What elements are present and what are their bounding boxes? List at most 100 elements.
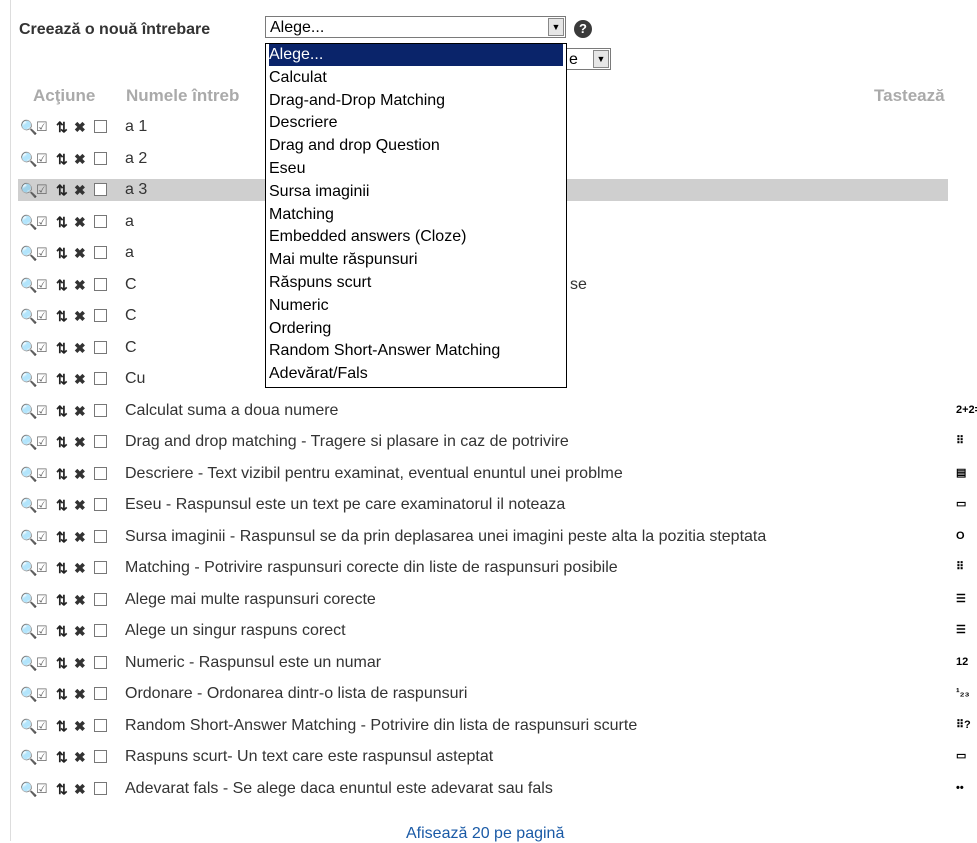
edit-icon[interactable]: ☑ [36,245,48,261]
preview-icon[interactable]: 🔍 [20,655,37,671]
dropdown-option[interactable]: Eseu [269,158,563,180]
preview-icon[interactable]: 🔍 [20,434,37,450]
edit-icon[interactable]: ☑ [36,151,48,167]
preview-icon[interactable]: 🔍 [20,119,37,135]
delete-icon[interactable]: ✖ [74,277,86,293]
dropdown-option[interactable]: Adevărat/Fals [269,363,563,385]
select-checkbox[interactable] [94,624,107,637]
dropdown-option[interactable]: Numeric [269,295,563,317]
question-name[interactable]: Descriere - Text vizibil pentru examinat… [125,465,623,483]
question-name[interactable]: Sursa imaginii - Raspunsul se da prin de… [125,528,766,546]
edit-icon[interactable]: ☑ [36,749,48,765]
move-icon[interactable]: ⇅ [56,655,68,671]
delete-icon[interactable]: ✖ [74,434,86,450]
select-checkbox[interactable] [94,561,107,574]
question-name[interactable]: Drag and drop matching - Tragere si plas… [125,433,569,451]
move-icon[interactable]: ⇅ [56,781,68,797]
select-checkbox[interactable] [94,341,107,354]
preview-icon[interactable]: 🔍 [20,560,37,576]
delete-icon[interactable]: ✖ [74,686,86,702]
select-checkbox[interactable] [94,498,107,511]
select-checkbox[interactable] [94,120,107,133]
move-icon[interactable]: ⇅ [56,592,68,608]
preview-icon[interactable]: 🔍 [20,371,37,387]
edit-icon[interactable]: ☑ [36,592,48,608]
question-name[interactable]: Matching - Potrivire raspunsuri corecte … [125,559,618,577]
column-header-tasteaza[interactable]: Tastează [874,86,945,106]
question-name[interactable]: C [125,307,137,325]
delete-icon[interactable]: ✖ [74,749,86,765]
select-checkbox[interactable] [94,467,107,480]
preview-icon[interactable]: 🔍 [20,308,37,324]
edit-icon[interactable]: ☑ [36,497,48,513]
delete-icon[interactable]: ✖ [74,214,86,230]
dropdown-option[interactable]: Descriere [269,112,563,134]
preview-icon[interactable]: 🔍 [20,749,37,765]
question-name[interactable]: C [125,339,137,357]
move-icon[interactable]: ⇅ [56,151,68,167]
question-type-dropdown[interactable]: Alege... Calculat Drag-and-Drop Matching De… [265,43,567,388]
category-select[interactable]: e ▼ [566,48,611,70]
delete-icon[interactable]: ✖ [74,466,86,482]
preview-icon[interactable]: 🔍 [20,497,37,513]
question-name[interactable]: Cu [125,370,145,388]
edit-icon[interactable]: ☑ [36,686,48,702]
select-checkbox[interactable] [94,593,107,606]
preview-icon[interactable]: 🔍 [20,214,37,230]
move-icon[interactable]: ⇅ [56,214,68,230]
question-name[interactable]: Alege mai multe raspunsuri corecte [125,591,376,609]
delete-icon[interactable]: ✖ [74,182,86,198]
delete-icon[interactable]: ✖ [74,560,86,576]
select-checkbox[interactable] [94,246,107,259]
dropdown-option[interactable]: Embedded answers (Cloze) [269,226,563,248]
delete-icon[interactable]: ✖ [74,718,86,734]
edit-icon[interactable]: ☑ [36,434,48,450]
move-icon[interactable]: ⇅ [56,340,68,356]
move-icon[interactable]: ⇅ [56,466,68,482]
preview-icon[interactable]: 🔍 [20,151,37,167]
edit-icon[interactable]: ☑ [36,529,48,545]
question-name[interactable]: Ordonare - Ordonarea dintr-o lista de ra… [125,685,467,703]
question-name[interactable]: a 3 [125,181,147,199]
select-checkbox[interactable] [94,183,107,196]
select-checkbox[interactable] [94,404,107,417]
per-page-link[interactable]: Afisează 20 pe pagină [406,825,564,843]
delete-icon[interactable]: ✖ [74,655,86,671]
dropdown-option[interactable]: Sursa imaginii [269,181,563,203]
dropdown-option[interactable]: Alege... [269,44,563,66]
preview-icon[interactable]: 🔍 [20,182,37,198]
edit-icon[interactable]: ☑ [36,371,48,387]
delete-icon[interactable]: ✖ [74,371,86,387]
move-icon[interactable]: ⇅ [56,529,68,545]
edit-icon[interactable]: ☑ [36,560,48,576]
question-name[interactable]: a 1 [125,118,147,136]
question-name[interactable]: Raspuns scurt- Un text care este raspuns… [125,748,493,766]
delete-icon[interactable]: ✖ [74,623,86,639]
preview-icon[interactable]: 🔍 [20,781,37,797]
dropdown-option[interactable]: Calculat [269,67,563,89]
delete-icon[interactable]: ✖ [74,403,86,419]
dropdown-option[interactable]: Ordering [269,318,563,340]
move-icon[interactable]: ⇅ [56,497,68,513]
preview-icon[interactable]: 🔍 [20,686,37,702]
move-icon[interactable]: ⇅ [56,308,68,324]
delete-icon[interactable]: ✖ [74,592,86,608]
question-name[interactable]: a [125,213,134,231]
delete-icon[interactable]: ✖ [74,245,86,261]
edit-icon[interactable]: ☑ [36,182,48,198]
move-icon[interactable]: ⇅ [56,434,68,450]
preview-icon[interactable]: 🔍 [20,466,37,482]
move-icon[interactable]: ⇅ [56,749,68,765]
move-icon[interactable]: ⇅ [56,686,68,702]
preview-icon[interactable]: 🔍 [20,529,37,545]
dropdown-option[interactable]: Drag and drop Question [269,135,563,157]
question-name[interactable]: Numeric - Raspunsul este un numar [125,654,381,672]
select-checkbox[interactable] [94,687,107,700]
move-icon[interactable]: ⇅ [56,119,68,135]
column-header-numele[interactable]: Numele întreb [126,86,239,106]
move-icon[interactable]: ⇅ [56,718,68,734]
delete-icon[interactable]: ✖ [74,497,86,513]
select-checkbox[interactable] [94,215,107,228]
select-checkbox[interactable] [94,782,107,795]
edit-icon[interactable]: ☑ [36,403,48,419]
